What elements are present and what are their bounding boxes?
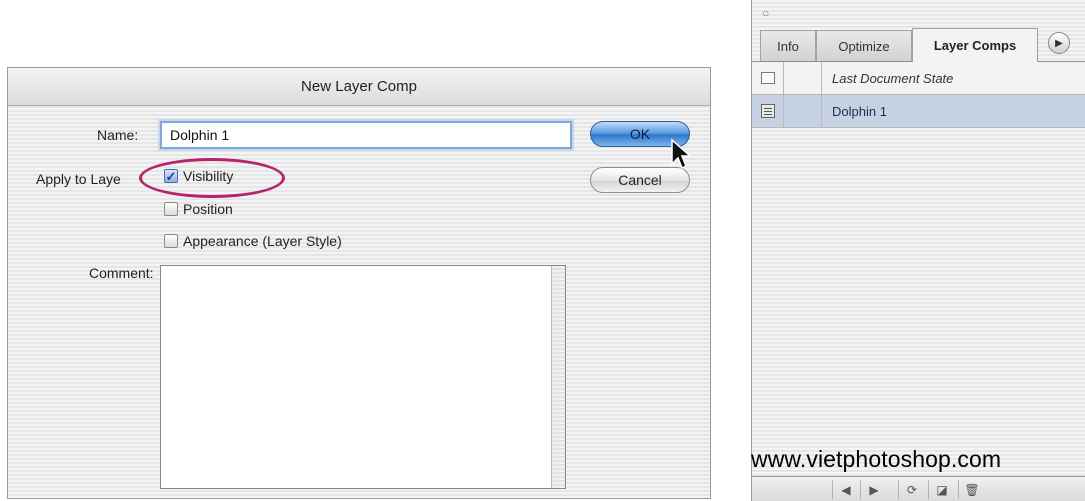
- previous-icon[interactable]: ◀: [832, 480, 859, 499]
- new-layer-comp-dialog: New Layer Comp Name: Apply to Laye ✓ Vis…: [7, 67, 711, 499]
- tab-optimize[interactable]: Optimize: [816, 30, 912, 61]
- empty-slot-icon: [760, 72, 775, 84]
- name-field[interactable]: [160, 121, 572, 149]
- panel-close-icon[interactable]: ○: [752, 0, 1085, 26]
- list-item[interactable]: Dolphin 1: [752, 95, 1085, 128]
- position-option[interactable]: Position: [164, 201, 233, 217]
- appearance-option[interactable]: Appearance (Layer Style): [164, 233, 342, 249]
- trash-icon[interactable]: 🗑: [958, 480, 985, 499]
- ok-button-label: OK: [629, 126, 651, 142]
- highlight-circle: [139, 158, 285, 198]
- layer-comp-list: Last Document State Dolphin 1: [752, 62, 1085, 448]
- position-label: Position: [183, 201, 233, 217]
- appearance-label: Appearance (Layer Style): [183, 233, 342, 249]
- next-icon[interactable]: ▶: [860, 480, 887, 499]
- name-label: Name:: [97, 127, 139, 143]
- dialog-titlebar: New Layer Comp: [8, 68, 710, 106]
- cancel-button[interactable]: Cancel: [590, 167, 690, 193]
- list-item[interactable]: Last Document State: [752, 62, 1085, 95]
- position-checkbox[interactable]: [164, 202, 178, 216]
- comp-thumbnail-slot: [784, 62, 822, 94]
- new-comp-icon[interactable]: ◪: [928, 480, 955, 499]
- comp-thumbnail-slot: [784, 95, 822, 127]
- tab-info[interactable]: Info: [760, 30, 816, 61]
- panel-menu-button[interactable]: ▶: [1048, 32, 1070, 54]
- panel-toolbar: ◀ ▶ ⟳ ◪ 🗑: [752, 476, 1085, 501]
- triangle-right-icon: ▶: [1055, 37, 1063, 49]
- comment-label: Comment:: [89, 265, 154, 281]
- apply-comp-slot[interactable]: [752, 95, 784, 127]
- layer-comp-icon: [760, 104, 775, 118]
- apply-to-layers-label: Apply to Laye: [36, 171, 121, 187]
- tab-info-label: Info: [777, 38, 799, 54]
- tab-optimize-label: Optimize: [838, 38, 890, 54]
- cancel-button-label: Cancel: [618, 172, 662, 188]
- comment-scrollbar[interactable]: [551, 266, 565, 488]
- layer-comps-panel: ○ Info Optimize Layer Comps ▶ Last Docum…: [751, 0, 1085, 501]
- appearance-checkbox[interactable]: [164, 234, 178, 248]
- watermark-text: www.vietphotoshop.com: [751, 446, 1002, 472]
- dialog-title: New Layer Comp: [301, 78, 417, 95]
- comp-name: Dolphin 1: [832, 103, 887, 119]
- comp-name: Last Document State: [832, 70, 954, 86]
- panel-tab-bar: Info Optimize Layer Comps ▶: [752, 26, 1085, 62]
- comment-textarea[interactable]: [160, 265, 566, 489]
- update-icon[interactable]: ⟳: [898, 480, 925, 499]
- tab-layer-comps-label: Layer Comps: [933, 38, 1017, 53]
- mouse-pointer-icon: [671, 138, 692, 170]
- tab-layer-comps[interactable]: Layer Comps: [912, 28, 1038, 62]
- apply-comp-slot[interactable]: [752, 62, 784, 94]
